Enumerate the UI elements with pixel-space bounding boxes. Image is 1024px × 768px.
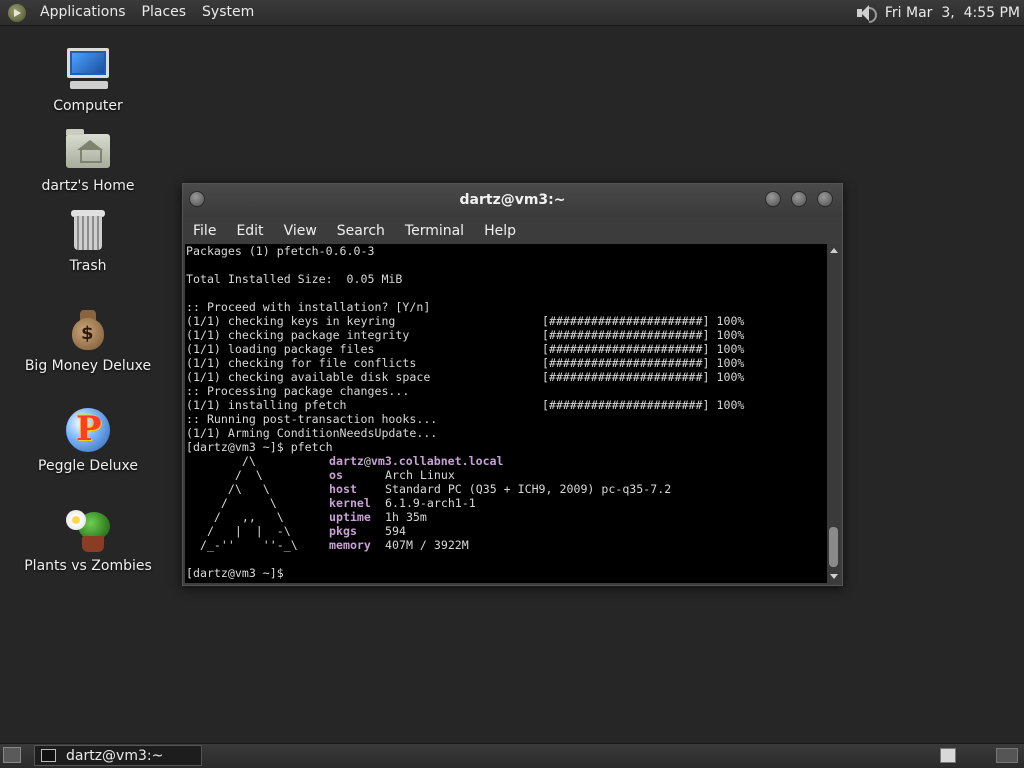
scrollbar-thumb[interactable] xyxy=(829,527,838,567)
terminal-output[interactable]: Packages (1) pfetch-0.6.0-3 Total Instal… xyxy=(185,244,827,583)
pfetch-value: 594 xyxy=(385,524,406,538)
desktop-icon-label: Peggle Deluxe xyxy=(38,458,138,474)
terminal-line: (1/1) loading package files [###########… xyxy=(186,342,745,356)
terminal-window[interactable]: dartz@vm3:~ File Edit View Search Termin… xyxy=(182,183,843,586)
peggle-icon: P xyxy=(64,406,112,454)
taskbar-button-terminal[interactable]: dartz@vm3:~ xyxy=(34,745,202,766)
pfetch-key: host xyxy=(329,482,357,496)
pfetch-key: os xyxy=(329,468,343,482)
pfetch-key: memory xyxy=(329,538,371,552)
trash-icon xyxy=(64,206,112,254)
scroll-down-icon[interactable] xyxy=(830,574,838,579)
menu-search[interactable]: Search xyxy=(327,223,395,239)
terminal-line: (1/1) Arming ConditionNeedsUpdate... xyxy=(186,426,438,440)
top-panel: Applications Places System Fri Mar 3, 4:… xyxy=(0,0,1024,26)
pfetch-key: pkgs xyxy=(329,524,357,538)
menu-view[interactable]: View xyxy=(274,223,327,239)
pfetch-user: dartz xyxy=(329,454,364,468)
minimize-icon[interactable] xyxy=(765,191,781,207)
desktop-icon-peggle[interactable]: P Peggle Deluxe xyxy=(18,406,158,474)
close-icon[interactable] xyxy=(817,191,833,207)
pfetch-art: / \ xyxy=(186,468,263,482)
pfetch-value: 6.1.9-arch1-1 xyxy=(385,496,476,510)
window-title: dartz@vm3:~ xyxy=(459,192,566,208)
pfetch-row: / ,, \ uptime 1h 35m xyxy=(185,510,827,524)
window-titlebar[interactable]: dartz@vm3:~ xyxy=(183,184,842,217)
pfetch-row: / | | -\ pkgs 594 xyxy=(185,524,827,538)
desktop-icon-home[interactable]: dartz's Home xyxy=(18,126,158,194)
terminal-prompt[interactable]: [dartz@vm3 ~]$ xyxy=(185,566,827,580)
distro-logo-icon[interactable] xyxy=(8,3,26,22)
show-desktop-icon[interactable] xyxy=(3,747,21,763)
menu-file[interactable]: File xyxy=(183,223,226,239)
maximize-icon[interactable] xyxy=(791,191,807,207)
pfetch-key: uptime xyxy=(329,510,371,524)
terminal-line: :: Running post-transaction hooks... xyxy=(186,412,438,426)
plants-icon xyxy=(64,506,112,554)
computer-icon xyxy=(64,46,112,94)
pfetch-value: 1h 35m xyxy=(385,510,427,524)
pfetch-value: 407M / 3922M xyxy=(385,538,469,552)
pfetch-hostname: vm3.collabnet.local xyxy=(370,454,504,468)
menu-system[interactable]: System xyxy=(194,0,262,25)
desktop-icon-computer[interactable]: Computer xyxy=(18,46,158,114)
pfetch-art: /_-'' ''-_\ xyxy=(186,538,298,552)
panel-tray: Fri Mar 3, 4:55 PM xyxy=(855,0,1020,25)
terminal-line: Packages (1) pfetch-0.6.0-3 xyxy=(186,244,375,258)
workspace-switcher-2[interactable] xyxy=(996,748,1018,763)
pfetch-art: /\ \ xyxy=(186,482,270,496)
menu-help[interactable]: Help xyxy=(474,223,526,239)
menu-terminal[interactable]: Terminal xyxy=(395,223,474,239)
workspace-switcher-1[interactable] xyxy=(940,748,956,763)
pfetch-value: Standard PC (Q35 + ICH9, 2009) pc-q35-7.… xyxy=(385,482,672,496)
menu-applications[interactable]: Applications xyxy=(32,0,134,25)
desktop-icon-trash[interactable]: Trash xyxy=(18,206,158,274)
terminal-menubar: File Edit View Search Terminal Help xyxy=(183,217,842,244)
terminal-line: (1/1) checking keys in keyring [########… xyxy=(186,314,745,328)
pfetch-art: / | | -\ xyxy=(186,524,291,538)
pfetch-row: /_-'' ''-_\ memory 407M / 3922M xyxy=(185,538,827,552)
terminal-icon xyxy=(41,749,56,762)
pfetch-row: /\ dartz@vm3.collabnet.local xyxy=(185,454,827,468)
clock[interactable]: Fri Mar 3, 4:55 PM xyxy=(885,5,1020,21)
bottom-panel: dartz@vm3:~ xyxy=(0,743,1024,768)
pfetch-row: / \ os Arch Linux xyxy=(185,468,827,482)
terminal-scrollbar[interactable] xyxy=(827,244,840,583)
terminal-line: (1/1) checking for file conflicts [#####… xyxy=(186,356,745,370)
terminal-line: (1/1) checking available disk space [###… xyxy=(186,370,745,384)
pfetch-art: / ,, \ xyxy=(186,510,284,524)
scroll-up-icon[interactable] xyxy=(830,248,838,253)
pfetch-key: kernel xyxy=(329,496,371,510)
desktop-icon-label: Plants vs Zombies xyxy=(24,558,152,574)
pfetch-row: / \ kernel 6.1.9-arch1-1 xyxy=(185,496,827,510)
money-bag-icon: $ xyxy=(64,306,112,354)
taskbar-button-label: dartz@vm3:~ xyxy=(66,747,164,764)
home-folder-icon xyxy=(64,126,112,174)
terminal-line: [dartz@vm3 ~]$ pfetch xyxy=(186,440,333,454)
pfetch-row: /\ \ host Standard PC (Q35 + ICH9, 2009) p… xyxy=(185,482,827,496)
pfetch-art: /\ xyxy=(186,454,256,468)
desktop-icon-plants[interactable]: Plants vs Zombies xyxy=(18,506,158,574)
terminal-line: :: Processing package changes... xyxy=(186,384,410,398)
menu-places[interactable]: Places xyxy=(134,0,195,25)
terminal-line: (1/1) installing pfetch [###############… xyxy=(186,398,745,412)
menu-edit[interactable]: Edit xyxy=(226,223,273,239)
desktop-icon-label: dartz's Home xyxy=(41,178,135,194)
volume-icon[interactable] xyxy=(855,3,877,23)
terminal-line: Total Installed Size: 0.05 MiB xyxy=(186,272,403,286)
terminal-line: :: Proceed with installation? [Y/n] xyxy=(186,300,431,314)
pfetch-value: Arch Linux xyxy=(385,468,455,482)
pfetch-at: @ xyxy=(363,454,371,468)
desktop-icon-label: Trash xyxy=(69,258,107,274)
desktop-icon-big-money[interactable]: $ Big Money Deluxe xyxy=(18,306,158,374)
desktop-icon-label: Computer xyxy=(53,98,123,114)
terminal-line: (1/1) checking package integrity [######… xyxy=(186,328,745,342)
desktop-icon-label: Big Money Deluxe xyxy=(24,358,152,374)
pfetch-art: / \ xyxy=(186,496,277,510)
